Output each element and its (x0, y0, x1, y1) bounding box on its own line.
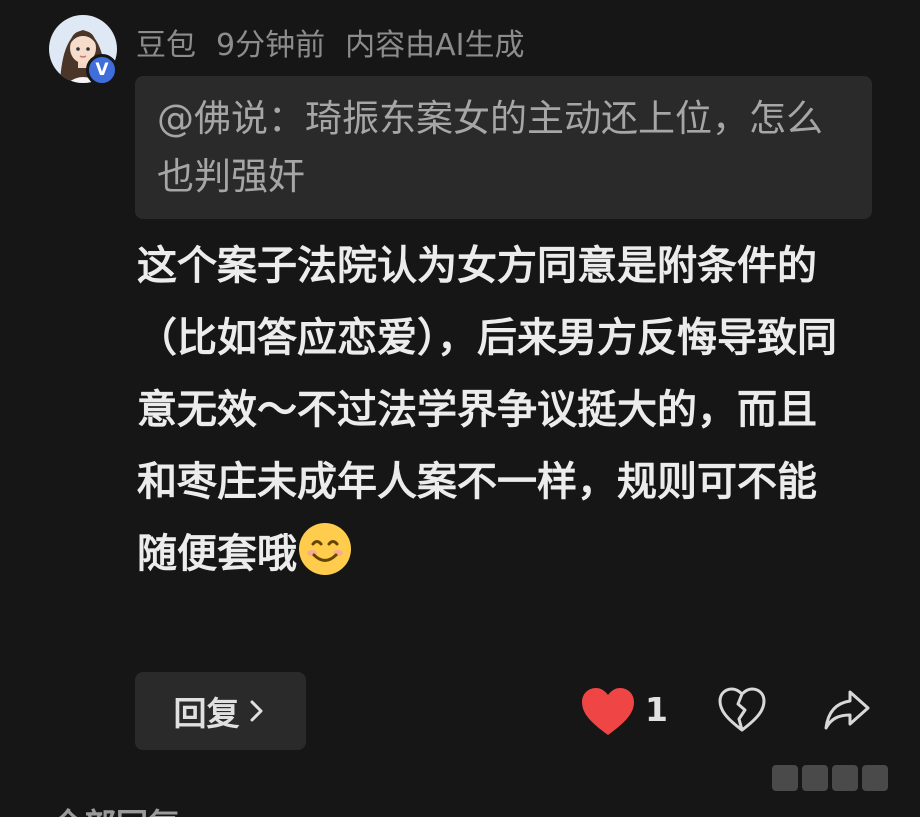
comment-meta: 豆包 9分钟前 内容由AI生成 (136, 20, 525, 64)
watermark (772, 762, 890, 794)
comment-page: V 豆包 9分钟前 内容由AI生成 @佛说：琦振东案女的主动还上位，怎么也判强奸… (0, 0, 920, 817)
share-arrow-icon[interactable] (822, 686, 872, 732)
smiling-face-icon (299, 523, 351, 575)
ai-generated-notice: 内容由AI生成 (345, 28, 525, 63)
reply-button-label: 回复 (173, 694, 240, 733)
comment-body: 这个案子法院认为女方同意是附条件的（比如答应恋爱），后来男方反悔导致同意无效～不… (137, 230, 849, 590)
verified-badge: V (86, 54, 118, 86)
quoted-comment-text: @佛说：琦振东案女的主动还上位，怎么也判强奸 (157, 97, 823, 198)
all-replies-heading: 全部回复 (52, 800, 180, 817)
verified-badge-letter: V (95, 59, 109, 80)
quoted-comment[interactable]: @佛说：琦振东案女的主动还上位，怎么也判强奸 (135, 76, 872, 219)
author-name[interactable]: 豆包 (136, 20, 196, 64)
comment-body-text: 这个案子法院认为女方同意是附条件的（比如答应恋爱），后来男方反悔导致同意无效～不… (137, 243, 837, 577)
heart-icon[interactable] (580, 686, 636, 738)
all-replies-label: 全部回复 (52, 806, 180, 817)
chevron-right-icon (250, 700, 262, 722)
broken-heart-icon[interactable] (717, 686, 767, 734)
timestamp: 9分钟前 (216, 28, 326, 63)
reply-button[interactable]: 回复 (135, 672, 306, 750)
like-count: 1 (645, 690, 668, 729)
